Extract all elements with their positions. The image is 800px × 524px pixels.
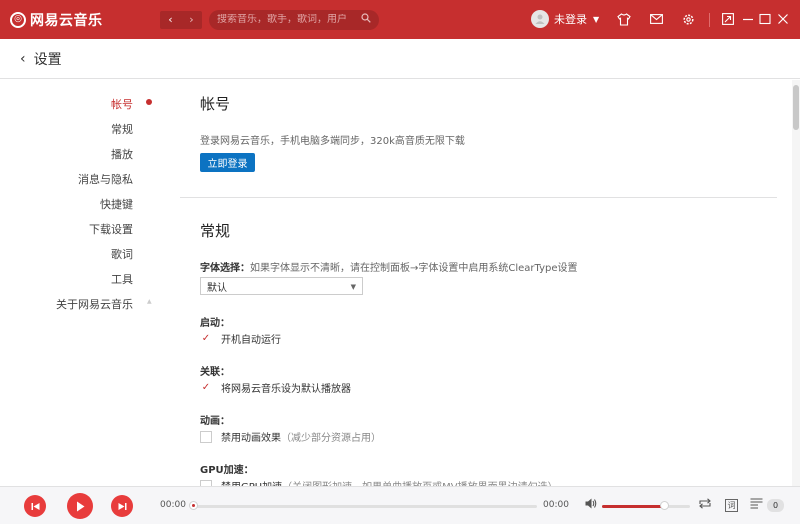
startup-checkbox[interactable]: ✓ bbox=[200, 332, 212, 345]
volume-icon[interactable] bbox=[585, 498, 597, 512]
user-menu[interactable]: 未登录 ▼ bbox=[531, 10, 599, 28]
volume-level bbox=[602, 505, 664, 508]
font-label: 字体选择： bbox=[200, 263, 250, 274]
progress-bar[interactable] bbox=[192, 505, 537, 508]
divider bbox=[709, 13, 710, 27]
association-option-label: 将网易云音乐设为默认播放器 bbox=[221, 384, 351, 395]
nav-item-lyrics[interactable]: 歌词 bbox=[111, 246, 133, 262]
netease-logo-icon: ◎ bbox=[10, 11, 26, 28]
title-bar: ◎ 网易云音乐 ‹ › 未登录 ▼ bbox=[0, 0, 800, 39]
settings-nav: 帐号 常规 播放 消息与隐私 快捷键 下载设置 歌词 工具 关于网易云音乐 bbox=[0, 80, 160, 486]
nav-item-tools[interactable]: 工具 bbox=[111, 271, 133, 287]
gpu-option-label: 禁用GPU加速 bbox=[221, 478, 282, 486]
play-button[interactable] bbox=[67, 493, 93, 519]
player-bar: 00:00 00:00 词 0 bbox=[0, 486, 800, 524]
search-icon[interactable] bbox=[361, 13, 371, 26]
nav-item-privacy[interactable]: 消息与隐私 bbox=[78, 171, 133, 187]
font-select[interactable]: 默认 ▼ bbox=[200, 277, 363, 295]
search-input[interactable] bbox=[217, 14, 361, 25]
back-button[interactable]: ‹ bbox=[160, 10, 181, 29]
close-icon[interactable] bbox=[776, 12, 790, 26]
section-divider bbox=[180, 197, 777, 198]
previous-button[interactable] bbox=[24, 495, 46, 517]
app-name: 网易云音乐 bbox=[30, 12, 103, 29]
playlist-count[interactable]: 0 bbox=[767, 499, 784, 512]
nav-item-download[interactable]: 下载设置 bbox=[89, 221, 133, 237]
volume-handle[interactable] bbox=[659, 501, 669, 510]
shirt-icon[interactable] bbox=[617, 12, 631, 26]
total-time: 00:00 bbox=[543, 500, 569, 510]
gear-icon[interactable] bbox=[681, 12, 695, 26]
chevron-down-icon[interactable]: ▼ bbox=[593, 15, 599, 24]
nav-item-playback[interactable]: 播放 bbox=[111, 146, 133, 162]
settings-header: ‹ 设置 bbox=[0, 39, 800, 79]
nav-item-about[interactable]: 关于网易云音乐 bbox=[56, 296, 133, 312]
animation-option-label: 禁用动画效果 bbox=[221, 433, 281, 444]
startup-label: 启动： bbox=[200, 318, 230, 329]
animation-checkbox[interactable] bbox=[200, 430, 212, 443]
section-title-general: 常规 bbox=[200, 222, 231, 240]
font-select-value: 默认 bbox=[207, 282, 227, 294]
loop-icon[interactable] bbox=[698, 498, 712, 512]
animation-label: 动画： bbox=[200, 416, 230, 427]
forward-button[interactable]: › bbox=[181, 10, 202, 29]
nav-marker-icon: ▲ bbox=[147, 298, 152, 305]
settings-content: 帐号 登录网易云音乐，手机电脑多端同步，320k高音质无限下载 立即登录 常规 … bbox=[180, 80, 777, 486]
lyrics-icon[interactable]: 词 bbox=[725, 499, 738, 512]
progress-handle[interactable] bbox=[189, 501, 198, 510]
section-title-account: 帐号 bbox=[200, 95, 231, 113]
playlist-icon[interactable] bbox=[750, 498, 763, 512]
minimize-icon[interactable] bbox=[741, 12, 755, 26]
animation-option[interactable]: 禁用动画效果 （减少部分资源占用） bbox=[200, 429, 381, 444]
gpu-note: （关闭图形加速，如果单曲播放页或MV播放界面黑边请勾选） bbox=[282, 478, 557, 486]
next-button[interactable] bbox=[111, 495, 133, 517]
settings-back-button[interactable]: ‹ 设置 bbox=[20, 49, 62, 69]
current-time: 00:00 bbox=[160, 500, 186, 510]
nav-item-shortcuts[interactable]: 快捷键 bbox=[100, 196, 133, 212]
nav-item-general[interactable]: 常规 bbox=[111, 121, 133, 137]
startup-option-label: 开机自动运行 bbox=[221, 335, 281, 346]
mail-icon[interactable] bbox=[649, 12, 663, 26]
startup-option[interactable]: ✓ 开机自动运行 bbox=[200, 331, 281, 346]
history-nav: ‹ › bbox=[160, 10, 202, 29]
gpu-option[interactable]: 禁用GPU加速 （关闭图形加速，如果单曲播放页或MV播放界面黑边请勾选） bbox=[200, 478, 558, 486]
font-setting-label: 字体选择：如果字体显示不清晰，请在控制面板→字体设置中启用系统ClearType… bbox=[200, 259, 578, 274]
search-box bbox=[209, 9, 379, 30]
nav-item-account[interactable]: 帐号 bbox=[111, 96, 133, 112]
maximize-icon[interactable] bbox=[758, 12, 772, 26]
gpu-label: GPU加速： bbox=[200, 465, 254, 476]
avatar[interactable] bbox=[531, 10, 549, 28]
page-title: 设置 bbox=[33, 51, 62, 68]
association-checkbox[interactable]: ✓ bbox=[200, 381, 212, 394]
login-button[interactable]: 立即登录 bbox=[200, 153, 255, 172]
chevron-left-icon[interactable]: ‹ bbox=[20, 51, 26, 67]
chevron-down-icon: ▼ bbox=[350, 283, 356, 291]
association-option[interactable]: ✓ 将网易云音乐设为默认播放器 bbox=[200, 380, 351, 395]
scrollbar-thumb[interactable] bbox=[793, 85, 799, 130]
app-logo[interactable]: ◎ 网易云音乐 bbox=[10, 10, 140, 30]
account-description: 登录网易云音乐，手机电脑多端同步，320k高音质无限下载 bbox=[200, 136, 465, 147]
font-note: 如果字体显示不清晰，请在控制面板→字体设置中启用系统ClearType设置 bbox=[250, 263, 578, 274]
animation-note: （减少部分资源占用） bbox=[281, 433, 381, 444]
scrollbar[interactable] bbox=[792, 80, 800, 486]
mini-mode-icon[interactable] bbox=[721, 12, 735, 26]
login-status[interactable]: 未登录 bbox=[554, 11, 587, 27]
association-label: 关联： bbox=[200, 367, 230, 378]
active-indicator bbox=[146, 99, 152, 105]
